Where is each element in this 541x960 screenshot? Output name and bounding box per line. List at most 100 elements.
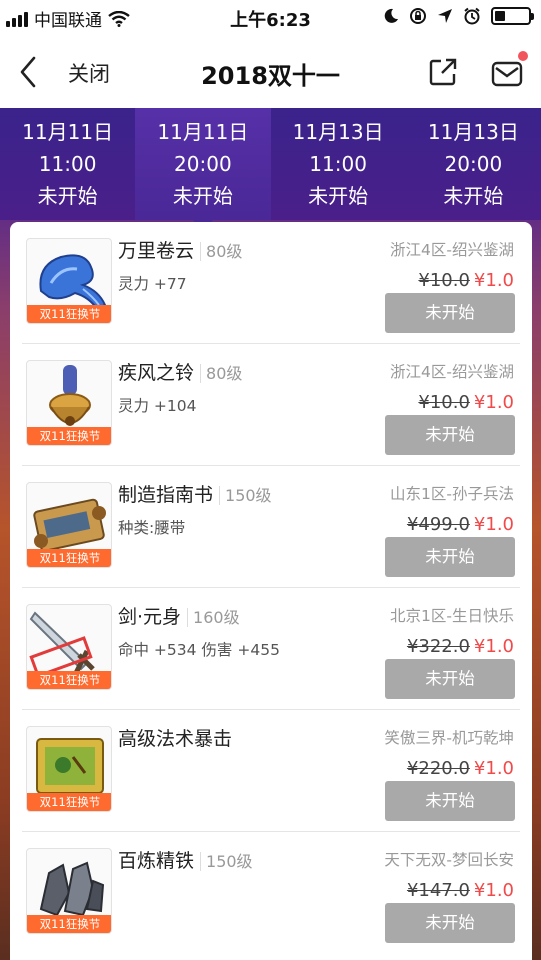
tab-date: 11月13日 xyxy=(292,120,384,144)
tab-date: 11月13日 xyxy=(427,120,519,144)
item-title: 万里卷云 xyxy=(118,240,195,262)
list-item[interactable]: 双11狂换节 百炼精铁 150级 天下无双-梦回长安 ¥147.0 ¥1.0 未开始 xyxy=(10,832,532,954)
item-name: 剑·元身 160级 xyxy=(118,602,240,629)
tab-date: 11月11日 xyxy=(22,120,114,144)
sale-price: ¥1.0 xyxy=(473,392,514,413)
notification-dot xyxy=(518,51,528,61)
item-title: 制造指南书 xyxy=(118,484,214,506)
list-item[interactable]: 双11狂换节 万里卷云 80级 灵力 +77 浙江4区-绍兴鉴湖 ¥10.0 ¥1.… xyxy=(10,222,532,344)
item-prices: ¥10.0 ¥1.0 xyxy=(418,392,514,413)
tab-date: 11月11日 xyxy=(157,120,249,144)
original-price: ¥499.0 xyxy=(406,514,470,535)
promo-badge: 双11狂换节 xyxy=(27,549,111,567)
tab-state: 未开始 xyxy=(37,184,98,208)
item-thumbnail: 双11狂换节 xyxy=(26,360,112,446)
list-item[interactable]: 双11狂换节 高级法术暴击 笑傲三界-机巧乾坤 ¥220.0 ¥1.0 未开始 xyxy=(10,710,532,832)
item-prices: ¥322.0 ¥1.0 xyxy=(407,636,514,657)
tab-time: 20:00 xyxy=(444,152,503,176)
item-prices: ¥499.0 ¥1.0 xyxy=(407,514,514,535)
nav-bar: 关闭 2018双十一 xyxy=(0,36,541,108)
location-icon xyxy=(438,9,452,23)
item-server: 浙江4区-绍兴鉴湖 xyxy=(390,363,514,381)
not-started-button[interactable]: 未开始 xyxy=(385,293,515,333)
rotation-lock-icon xyxy=(410,8,426,24)
item-title: 剑·元身 xyxy=(118,606,182,628)
alarm-icon xyxy=(464,7,480,25)
item-level: 160级 xyxy=(187,608,240,627)
item-list: 双11狂换节 万里卷云 80级 灵力 +77 浙江4区-绍兴鉴湖 ¥10.0 ¥1.… xyxy=(10,222,532,960)
item-thumbnail: 双11狂换节 xyxy=(26,238,112,324)
item-prices: ¥10.0 ¥1.0 xyxy=(418,270,514,291)
tab-slot-2[interactable]: 11月11日 20:00 未开始 xyxy=(135,108,271,231)
tab-state: 未开始 xyxy=(443,184,504,208)
battery-icon xyxy=(491,7,534,25)
item-thumbnail: 双11狂换节 xyxy=(26,604,112,690)
original-price: ¥220.0 xyxy=(406,758,470,779)
original-price: ¥322.0 xyxy=(406,636,470,657)
sale-price: ¥1.0 xyxy=(473,758,514,779)
tab-time: 11:00 xyxy=(38,152,97,176)
item-attribute: 命中 +534 伤害 +455 xyxy=(118,641,280,659)
sale-price: ¥1.0 xyxy=(473,514,514,535)
tab-state: 未开始 xyxy=(172,184,233,208)
mail-icon xyxy=(491,61,523,87)
promo-badge: 双11狂换节 xyxy=(27,671,111,689)
item-name: 高级法术暴击 xyxy=(118,724,232,751)
item-server: 山东1区-孙子兵法 xyxy=(390,485,514,503)
item-server: 北京1区-生日快乐 xyxy=(390,607,514,625)
item-name: 制造指南书 150级 xyxy=(118,480,272,507)
item-level: 80级 xyxy=(200,242,243,261)
item-name: 百炼精铁 150级 xyxy=(118,846,253,873)
promo-badge: 双11狂换节 xyxy=(27,915,111,933)
item-level: 80级 xyxy=(200,364,243,383)
not-started-button[interactable]: 未开始 xyxy=(385,781,515,821)
close-button[interactable]: 关闭 xyxy=(68,58,110,88)
original-price: ¥10.0 xyxy=(418,392,470,413)
item-level: 150级 xyxy=(219,486,272,505)
item-attribute: 灵力 +77 xyxy=(118,275,187,293)
moon-icon xyxy=(384,8,398,23)
item-prices: ¥220.0 ¥1.0 xyxy=(407,758,514,779)
promo-badge: 双11狂换节 xyxy=(27,793,111,811)
not-started-button[interactable]: 未开始 xyxy=(385,903,515,943)
item-server: 笑傲三界-机巧乾坤 xyxy=(384,729,514,747)
original-price: ¥147.0 xyxy=(406,880,470,901)
tab-state: 未开始 xyxy=(308,184,369,208)
status-right xyxy=(383,7,534,25)
item-attribute: 灵力 +104 xyxy=(118,397,197,415)
share-icon[interactable] xyxy=(428,57,458,87)
original-price: ¥10.0 xyxy=(418,270,470,291)
sale-price: ¥1.0 xyxy=(473,636,514,657)
item-name: 疾风之铃 80级 xyxy=(118,358,243,385)
item-title: 百炼精铁 xyxy=(118,850,195,872)
item-attribute: 种类:腰带 xyxy=(118,519,186,537)
time-slot-tabs: 11月11日 11:00 未开始 11月11日 20:00 未开始 11月13日… xyxy=(0,108,541,231)
sale-price: ¥1.0 xyxy=(473,880,514,901)
status-bar: 中国联通 上午6:23 xyxy=(0,0,541,36)
list-item[interactable]: 双11狂换节 疾风之铃 80级 灵力 +104 浙江4区-绍兴鉴湖 ¥10.0 ¥1… xyxy=(10,344,532,466)
tab-slot-4[interactable]: 11月13日 20:00 未开始 xyxy=(405,108,541,220)
item-name: 万里卷云 80级 xyxy=(118,236,243,263)
item-thumbnail: 双11狂换节 xyxy=(26,726,112,812)
item-thumbnail: 双11狂换节 xyxy=(26,848,112,934)
not-started-button[interactable]: 未开始 xyxy=(385,537,515,577)
tab-slot-1[interactable]: 11月11日 11:00 未开始 xyxy=(0,108,136,220)
promo-badge: 双11狂换节 xyxy=(27,427,111,445)
item-title: 疾风之铃 xyxy=(118,362,195,384)
back-chevron-icon[interactable] xyxy=(14,54,44,90)
item-prices: ¥147.0 ¥1.0 xyxy=(407,880,514,901)
list-item[interactable]: 双11狂换节 制造指南书 150级 种类:腰带 山东1区-孙子兵法 ¥499.0 ¥… xyxy=(10,466,532,588)
item-title: 高级法术暴击 xyxy=(118,728,233,750)
list-item[interactable]: 双11狂换节 剑·元身 160级 命中 +534 伤害 +455 北京1区-生日快… xyxy=(10,588,532,710)
mail-button[interactable] xyxy=(490,51,528,90)
tab-time: 11:00 xyxy=(309,152,367,176)
not-started-button[interactable]: 未开始 xyxy=(385,659,515,699)
promo-badge: 双11狂换节 xyxy=(27,305,111,323)
tab-time: 20:00 xyxy=(174,152,232,176)
not-started-button[interactable]: 未开始 xyxy=(385,415,515,455)
item-level: 150级 xyxy=(200,852,253,871)
item-server: 浙江4区-绍兴鉴湖 xyxy=(390,241,514,259)
tab-slot-3[interactable]: 11月13日 11:00 未开始 xyxy=(270,108,406,220)
item-thumbnail: 双11狂换节 xyxy=(26,482,112,568)
item-server: 天下无双-梦回长安 xyxy=(384,851,514,869)
